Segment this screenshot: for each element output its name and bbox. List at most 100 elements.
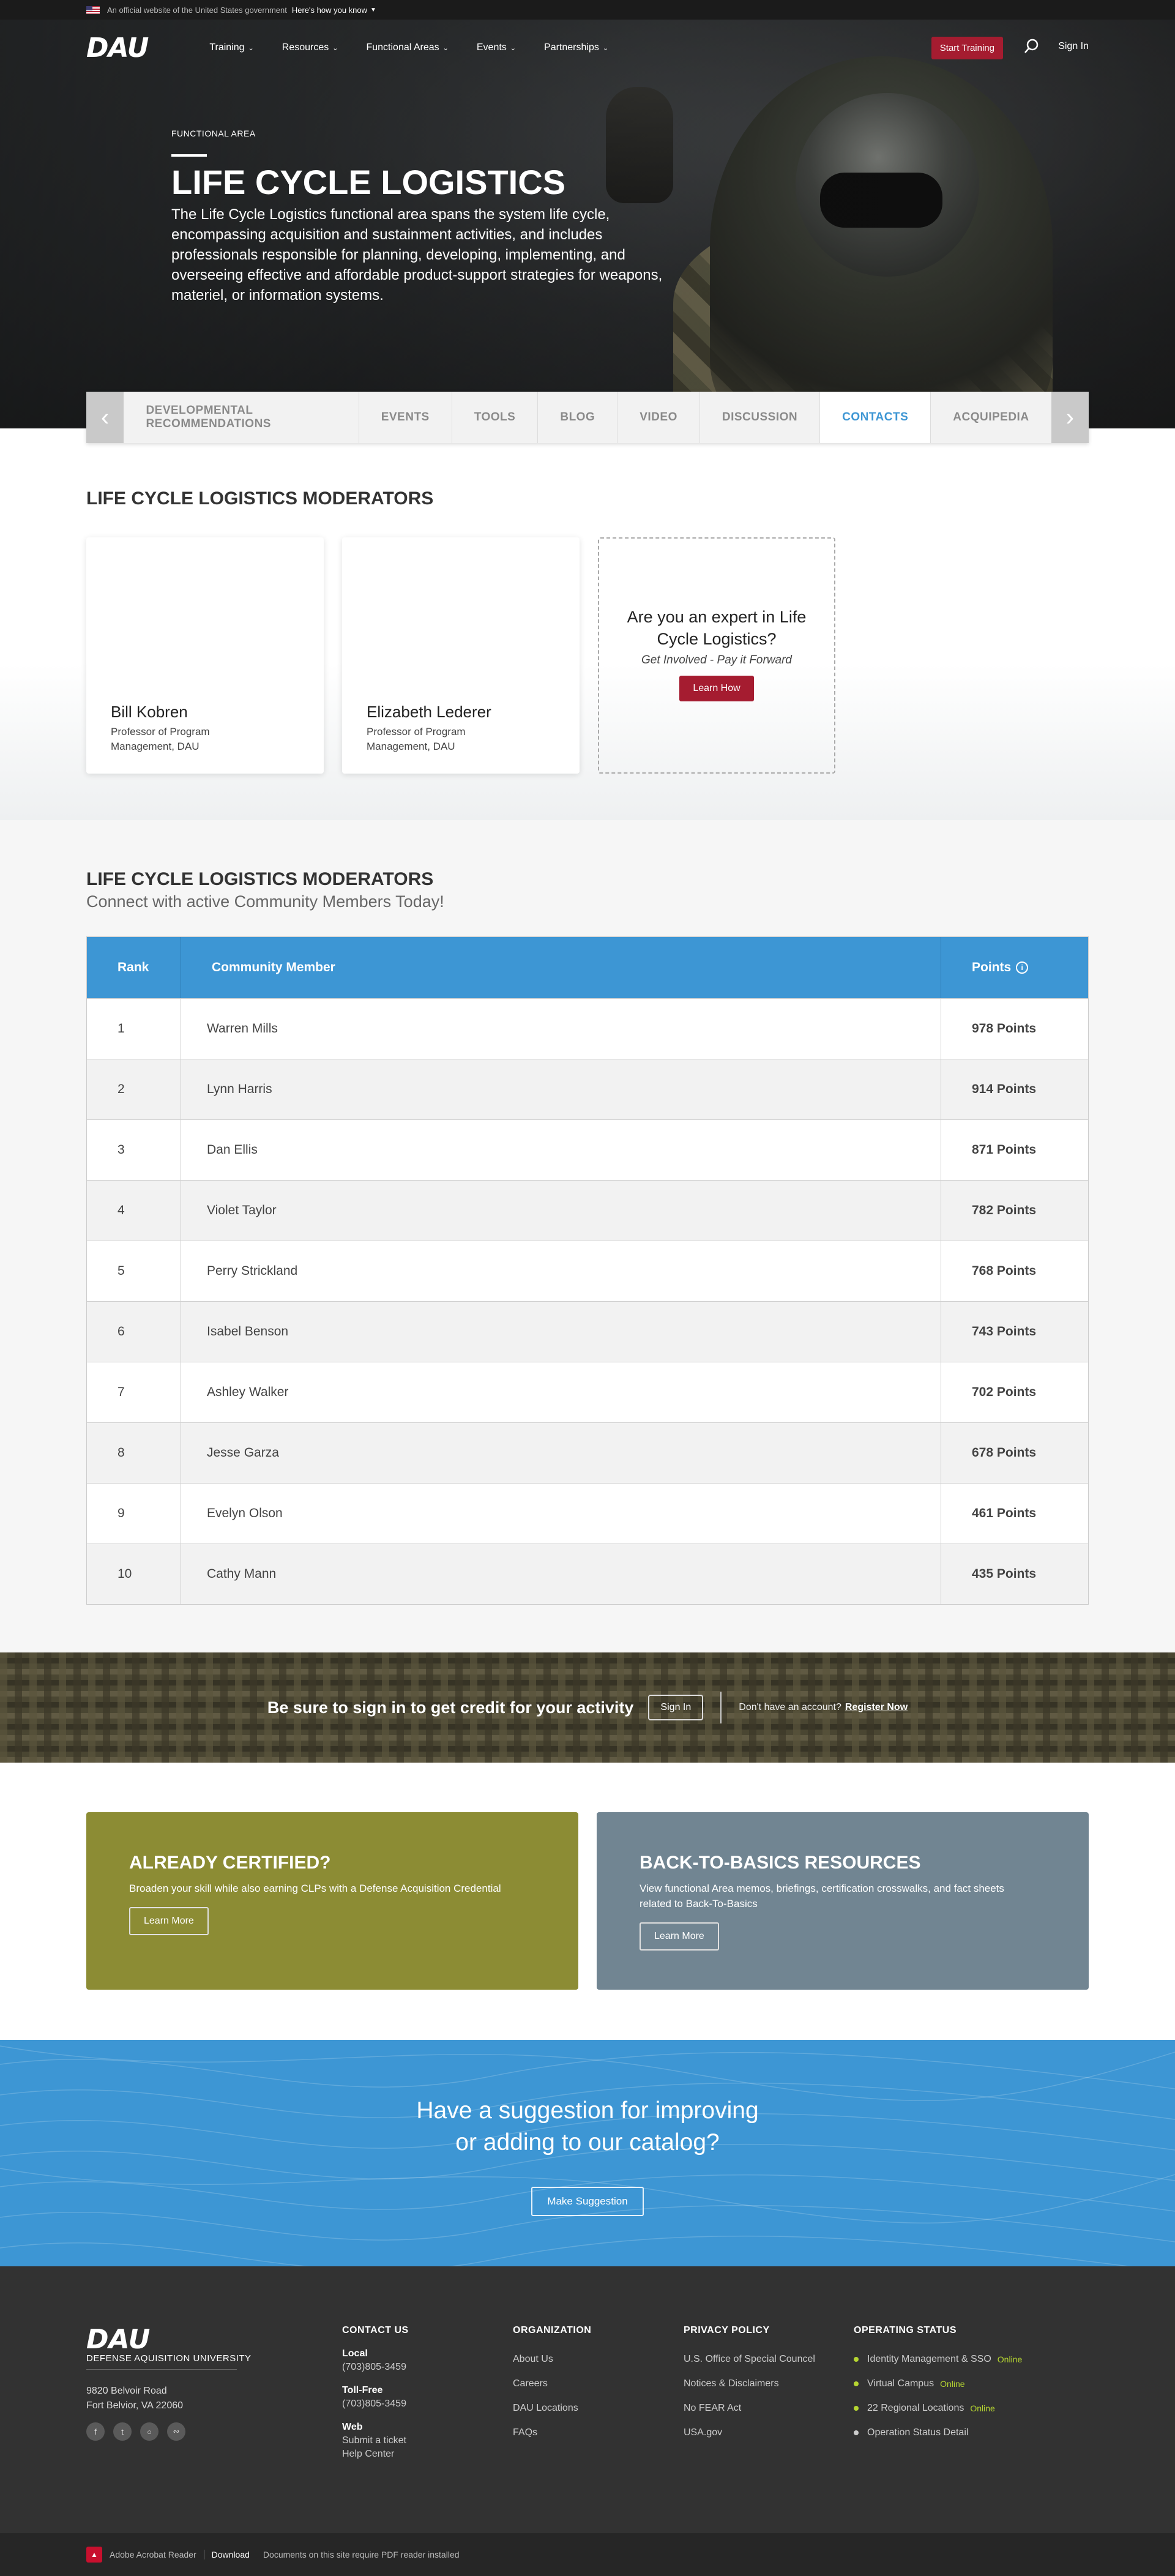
table-row: 1 Warren Mills 978 Points bbox=[87, 998, 1088, 1059]
points-cell: 435 Points bbox=[972, 1567, 1037, 1581]
hero-description: The Life Cycle Logistics functional area… bbox=[171, 206, 663, 304]
rank-cell: 1 bbox=[87, 999, 181, 1059]
learn-more-button[interactable]: Learn More bbox=[129, 1907, 209, 1935]
nav-item-training[interactable]: Training ⌄ bbox=[209, 42, 253, 53]
help-center-link[interactable]: Help Center bbox=[342, 2447, 409, 2461]
footer-link[interactable]: FAQs bbox=[513, 2421, 591, 2445]
table-row: 6 Isabel Benson 743 Points bbox=[87, 1301, 1088, 1362]
twitter-icon[interactable]: t bbox=[113, 2422, 132, 2441]
tab-developmental-recommendations[interactable]: DEVELOPMENTAL RECOMMENDATIONS bbox=[124, 392, 359, 443]
dau-logo[interactable]: DAU bbox=[86, 32, 149, 64]
nav-label: Events bbox=[476, 42, 507, 53]
status-dot-icon bbox=[854, 2381, 859, 2386]
points-cell: 461 Points bbox=[972, 1506, 1037, 1520]
member-cell[interactable]: Perry Strickland bbox=[181, 1241, 941, 1301]
member-cell[interactable]: Ashley Walker bbox=[181, 1362, 941, 1422]
footer-link[interactable]: U.S. Office of Special Councel bbox=[684, 2347, 815, 2372]
moderator-card[interactable]: Elizabeth Lederer Professor of Program M… bbox=[342, 537, 580, 774]
tab-blog[interactable]: BLOG bbox=[538, 392, 618, 443]
register-now-link[interactable]: Register Now bbox=[845, 1702, 908, 1713]
footer-link[interactable]: Careers bbox=[513, 2372, 591, 2396]
suggestion-title-line1: Have a suggestion for improving bbox=[416, 2097, 759, 2124]
footer-link[interactable]: DAU Locations bbox=[513, 2396, 591, 2421]
make-suggestion-button[interactable]: Make Suggestion bbox=[531, 2187, 644, 2216]
nav-item-functional-areas[interactable]: Functional Areas ⌄ bbox=[366, 42, 448, 53]
status-badge: Online bbox=[997, 2354, 1023, 2364]
download-link[interactable]: Download bbox=[203, 2550, 250, 2559]
table-row: 10 Cathy Mann 435 Points bbox=[87, 1544, 1088, 1604]
nav-item-resources[interactable]: Resources ⌄ bbox=[282, 42, 338, 53]
nav-item-events[interactable]: Events ⌄ bbox=[477, 42, 516, 53]
footer-privacy: PRIVACY POLICY U.S. Office of Special Co… bbox=[684, 2325, 815, 2445]
tab-video[interactable]: VIDEO bbox=[617, 392, 700, 443]
member-cell[interactable]: Evelyn Olson bbox=[181, 1484, 941, 1544]
moderator-card[interactable]: Bill Kobren Professor of Program Managem… bbox=[86, 537, 324, 774]
column-header-points: Points i bbox=[941, 937, 1088, 998]
points-cell: 743 Points bbox=[972, 1324, 1037, 1338]
leaderboard-title: LIFE CYCLE LOGISTICS MODERATORS bbox=[86, 869, 434, 889]
status-badge: Online bbox=[940, 2379, 965, 2389]
member-cell[interactable]: Dan Ellis bbox=[181, 1120, 941, 1180]
status-item[interactable]: Identity Management & SSO Online bbox=[854, 2347, 1022, 2372]
footer-status: OPERATING STATUS Identity Management & S… bbox=[854, 2325, 1022, 2445]
footer-link[interactable]: No FEAR Act bbox=[684, 2396, 815, 2421]
footer-logo[interactable]: DAU bbox=[86, 2324, 150, 2355]
member-cell[interactable]: Violet Taylor bbox=[181, 1181, 941, 1241]
leaderboard-table: Rank Community Member Points i 1 Warren Mi… bbox=[86, 936, 1089, 1605]
member-cell[interactable]: Lynn Harris bbox=[181, 1059, 941, 1119]
status-item[interactable]: Operation Status Detail bbox=[854, 2421, 1022, 2445]
info-icon[interactable]: i bbox=[1016, 961, 1029, 974]
status-label: Operation Status Detail bbox=[867, 2427, 969, 2438]
start-training-button[interactable]: Start Training bbox=[931, 37, 1003, 59]
points-cell: 782 Points bbox=[972, 1203, 1037, 1217]
footer-link[interactable]: USA.gov bbox=[684, 2421, 815, 2445]
status-item[interactable]: Virtual Campus Online bbox=[854, 2372, 1022, 2396]
tab-tools[interactable]: TOOLS bbox=[452, 392, 539, 443]
points-cell: 702 Points bbox=[972, 1385, 1037, 1399]
expert-card: Are you an expert in Life Cycle Logistic… bbox=[598, 537, 835, 774]
gov-banner-link[interactable]: Here's how you know bbox=[292, 6, 367, 15]
nav-label: Resources bbox=[282, 42, 329, 53]
status-item[interactable]: 22 Regional Locations Online bbox=[854, 2396, 1022, 2421]
table-row: 5 Perry Strickland 768 Points bbox=[87, 1241, 1088, 1301]
tab-events[interactable]: EVENTS bbox=[359, 392, 452, 443]
moderators-title: LIFE CYCLE LOGISTICS MODERATORS bbox=[86, 488, 434, 509]
tabs-prev-arrow-icon[interactable]: ‹ bbox=[86, 392, 124, 443]
instagram-icon[interactable]: ○ bbox=[140, 2422, 159, 2441]
learn-more-button[interactable]: Learn More bbox=[640, 1922, 719, 1951]
footer-link[interactable]: Notices & Disclaimers bbox=[684, 2372, 815, 2396]
member-cell[interactable]: Cathy Mann bbox=[181, 1544, 941, 1604]
sign-in-link[interactable]: Sign In bbox=[1058, 41, 1089, 52]
table-row: 2 Lynn Harris 914 Points bbox=[87, 1059, 1088, 1119]
member-cell[interactable]: Jesse Garza bbox=[181, 1423, 941, 1483]
chevron-down-icon[interactable]: ▼ bbox=[370, 7, 376, 13]
local-phone[interactable]: (703)805-3459 bbox=[342, 2361, 409, 2374]
divider bbox=[720, 1692, 722, 1723]
member-cell[interactable]: Isabel Benson bbox=[181, 1302, 941, 1362]
signin-band-button[interactable]: Sign In bbox=[648, 1695, 704, 1720]
search-icon[interactable] bbox=[1024, 38, 1040, 54]
web-label: Web bbox=[342, 2422, 363, 2432]
chevron-down-icon: ⌄ bbox=[602, 44, 609, 52]
rank-cell: 8 bbox=[87, 1423, 181, 1483]
tollfree-phone[interactable]: (703)805-3459 bbox=[342, 2397, 409, 2411]
rank-cell: 2 bbox=[87, 1059, 181, 1119]
facebook-icon[interactable]: f bbox=[86, 2422, 105, 2441]
tab-discussion[interactable]: DISCUSSION bbox=[700, 392, 821, 443]
nav-label: Partnerships bbox=[544, 42, 599, 53]
rank-cell: 7 bbox=[87, 1362, 181, 1422]
expert-subtitle: Get Involved - Pay it Forward bbox=[641, 654, 793, 666]
submit-ticket-link[interactable]: Submit a ticket bbox=[342, 2434, 409, 2447]
tab-acquipedia[interactable]: ACQUIPEDIA bbox=[931, 392, 1051, 443]
nav-item-partnerships[interactable]: Partnerships ⌄ bbox=[544, 42, 608, 53]
rss-icon[interactable]: ∾ bbox=[167, 2422, 185, 2441]
tab-contacts[interactable]: CONTACTS bbox=[820, 392, 931, 443]
promo-title: BACK-TO-BASICS RESOURCES bbox=[640, 1853, 921, 1873]
table-header: Rank Community Member Points i bbox=[87, 937, 1088, 998]
member-cell[interactable]: Warren Mills bbox=[181, 999, 941, 1059]
moderator-role: Professor of Program Management, DAU bbox=[367, 726, 466, 752]
back-to-basics-promo: BACK-TO-BASICS RESOURCES View functional… bbox=[597, 1812, 1089, 1990]
footer-link[interactable]: About Us bbox=[513, 2347, 591, 2372]
tabs-next-arrow-icon[interactable]: › bbox=[1051, 392, 1089, 443]
learn-how-button[interactable]: Learn How bbox=[679, 676, 754, 701]
